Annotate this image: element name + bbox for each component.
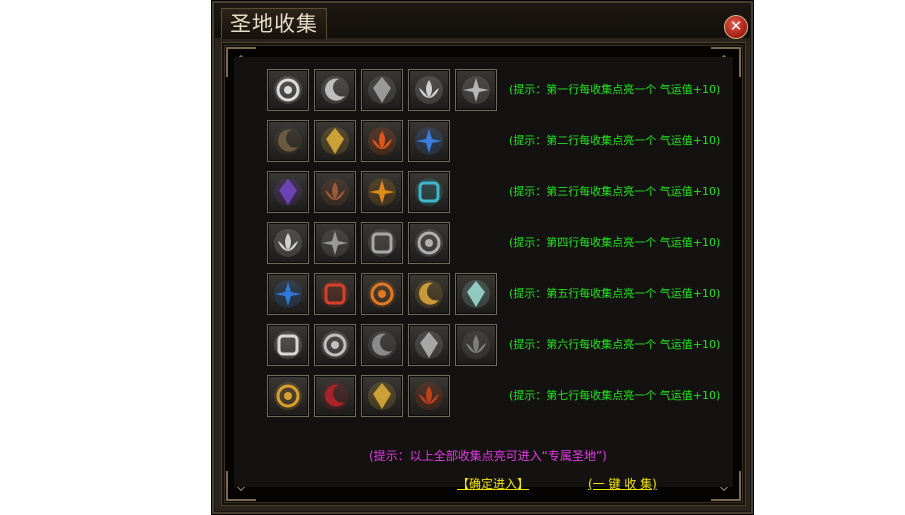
collection-slot[interactable] — [455, 69, 497, 111]
row-hint: (提示：第七行每收集点亮一个 气运值+10) — [509, 389, 721, 402]
collection-slot[interactable] — [267, 324, 309, 366]
collection-slot[interactable] — [408, 222, 450, 264]
collection-row: (提示：第七行每收集点亮一个 气运值+10) — [234, 375, 733, 419]
flaming-sword-icon — [368, 178, 396, 206]
one-click-collect-button[interactable]: (一 键 收 集) — [588, 475, 657, 492]
title-bar: 圣地收集 ✕ — [215, 4, 750, 39]
collection-slot[interactable] — [267, 120, 309, 162]
dragon-amulet-icon — [274, 382, 302, 410]
collection-slot[interactable] — [408, 375, 450, 417]
collection-slot[interactable] — [408, 324, 450, 366]
collection-slot[interactable] — [267, 222, 309, 264]
collection-slot[interactable] — [314, 273, 356, 315]
golden-cross-orb-icon — [321, 127, 349, 155]
dark-crown-icon — [368, 331, 396, 359]
collection-slot[interactable] — [361, 120, 403, 162]
collection-slot[interactable] — [314, 222, 356, 264]
scroll-seal-icon — [415, 229, 443, 257]
collection-slot[interactable] — [455, 273, 497, 315]
row-hint: (提示：第五行每收集点亮一个 气运值+10) — [509, 287, 721, 300]
holy-land-collection-window: 圣地收集 ✕ (提示：以上全部收集点亮可进入“专属圣地”) 【确定进入】 (一 … — [211, 0, 754, 515]
collection-row: (提示：第五行每收集点亮一个 气运值+10) — [234, 273, 733, 317]
scroll-charm-faded-icon — [321, 229, 349, 257]
row-hint: (提示：第六行每收集点亮一个 气运值+10) — [509, 338, 721, 351]
row-hint: (提示：第一行每收集点亮一个 气运值+10) — [509, 83, 721, 96]
spirit-flame-icon — [321, 331, 349, 359]
scroll-charm-icon — [274, 229, 302, 257]
collection-slot[interactable] — [267, 171, 309, 213]
collection-slot[interactable] — [361, 222, 403, 264]
crimson-armor-icon — [321, 382, 349, 410]
row-hint: (提示：第四行每收集点亮一个 气运值+10) — [509, 236, 721, 249]
silver-gem-icon — [415, 331, 443, 359]
dark-lotus-icon — [462, 331, 490, 359]
collection-slot[interactable] — [408, 69, 450, 111]
fire-flame-icon — [368, 127, 396, 155]
row-hint: (提示：第三行每收集点亮一个 气运值+10) — [509, 185, 721, 198]
collection-slot[interactable] — [314, 324, 356, 366]
orange-gem-icon — [368, 280, 396, 308]
collection-slot[interactable] — [314, 69, 356, 111]
row-hint: (提示：第二行每收集点亮一个 气运值+10) — [509, 134, 721, 147]
collection-row: (提示：第六行每收集点亮一个 气运值+10) — [234, 324, 733, 368]
crystal-shard-icon — [368, 76, 396, 104]
red-gem-icon — [321, 280, 349, 308]
swirl-orb-icon — [274, 76, 302, 104]
bronze-rune-stone-icon — [321, 178, 349, 206]
collection-slot[interactable] — [408, 273, 450, 315]
blue-flame-icon — [415, 127, 443, 155]
collection-row: (提示：第三行每收集点亮一个 气运值+10) — [234, 171, 733, 215]
collection-slot[interactable] — [361, 171, 403, 213]
collection-slot[interactable] — [267, 69, 309, 111]
collection-slot[interactable] — [361, 69, 403, 111]
collection-slot[interactable] — [408, 120, 450, 162]
faded-rune-icon — [274, 127, 302, 155]
collection-slot[interactable] — [455, 324, 497, 366]
collection-grid: (提示：以上全部收集点亮可进入“专属圣地”) 【确定进入】 (一 键 收 集) … — [234, 57, 733, 491]
frost-crystal-icon — [462, 280, 490, 308]
collection-panel: (提示：以上全部收集点亮可进入“专属圣地”) 【确定进入】 (一 键 收 集) … — [221, 42, 746, 506]
ruby-gauntlet-icon — [415, 382, 443, 410]
collection-slot[interactable] — [314, 171, 356, 213]
collection-slot[interactable] — [314, 375, 356, 417]
golden-spider-icon — [415, 280, 443, 308]
crescent-moon-icon — [321, 76, 349, 104]
collection-slot[interactable] — [361, 375, 403, 417]
confirm-enter-button[interactable]: 【确定进入】 — [457, 475, 529, 492]
blue-gem-icon — [274, 280, 302, 308]
collection-slot[interactable] — [314, 120, 356, 162]
lotus-bloom-icon — [462, 76, 490, 104]
window-title: 圣地收集 — [221, 8, 327, 39]
crystal-sword-icon — [415, 178, 443, 206]
collection-row: (提示：第四行每收集点亮一个 气运值+10) — [234, 222, 733, 266]
collection-slot[interactable] — [408, 171, 450, 213]
purple-rune-icon — [274, 178, 302, 206]
collection-slot[interactable] — [267, 273, 309, 315]
lotus-flower-icon — [415, 76, 443, 104]
golden-shield-icon — [368, 382, 396, 410]
close-button[interactable]: ✕ — [724, 15, 748, 39]
collection-slot[interactable] — [361, 324, 403, 366]
collection-slot[interactable] — [267, 375, 309, 417]
white-flame-icon — [274, 331, 302, 359]
collection-row: (提示：第一行每收集点亮一个 气运值+10) — [234, 69, 733, 113]
scroll-rune-icon — [368, 229, 396, 257]
collection-row: (提示：第二行每收集点亮一个 气运值+10) — [234, 120, 733, 164]
collection-note: (提示：以上全部收集点亮可进入“专属圣地”) — [369, 449, 607, 463]
collection-slot[interactable] — [361, 273, 403, 315]
